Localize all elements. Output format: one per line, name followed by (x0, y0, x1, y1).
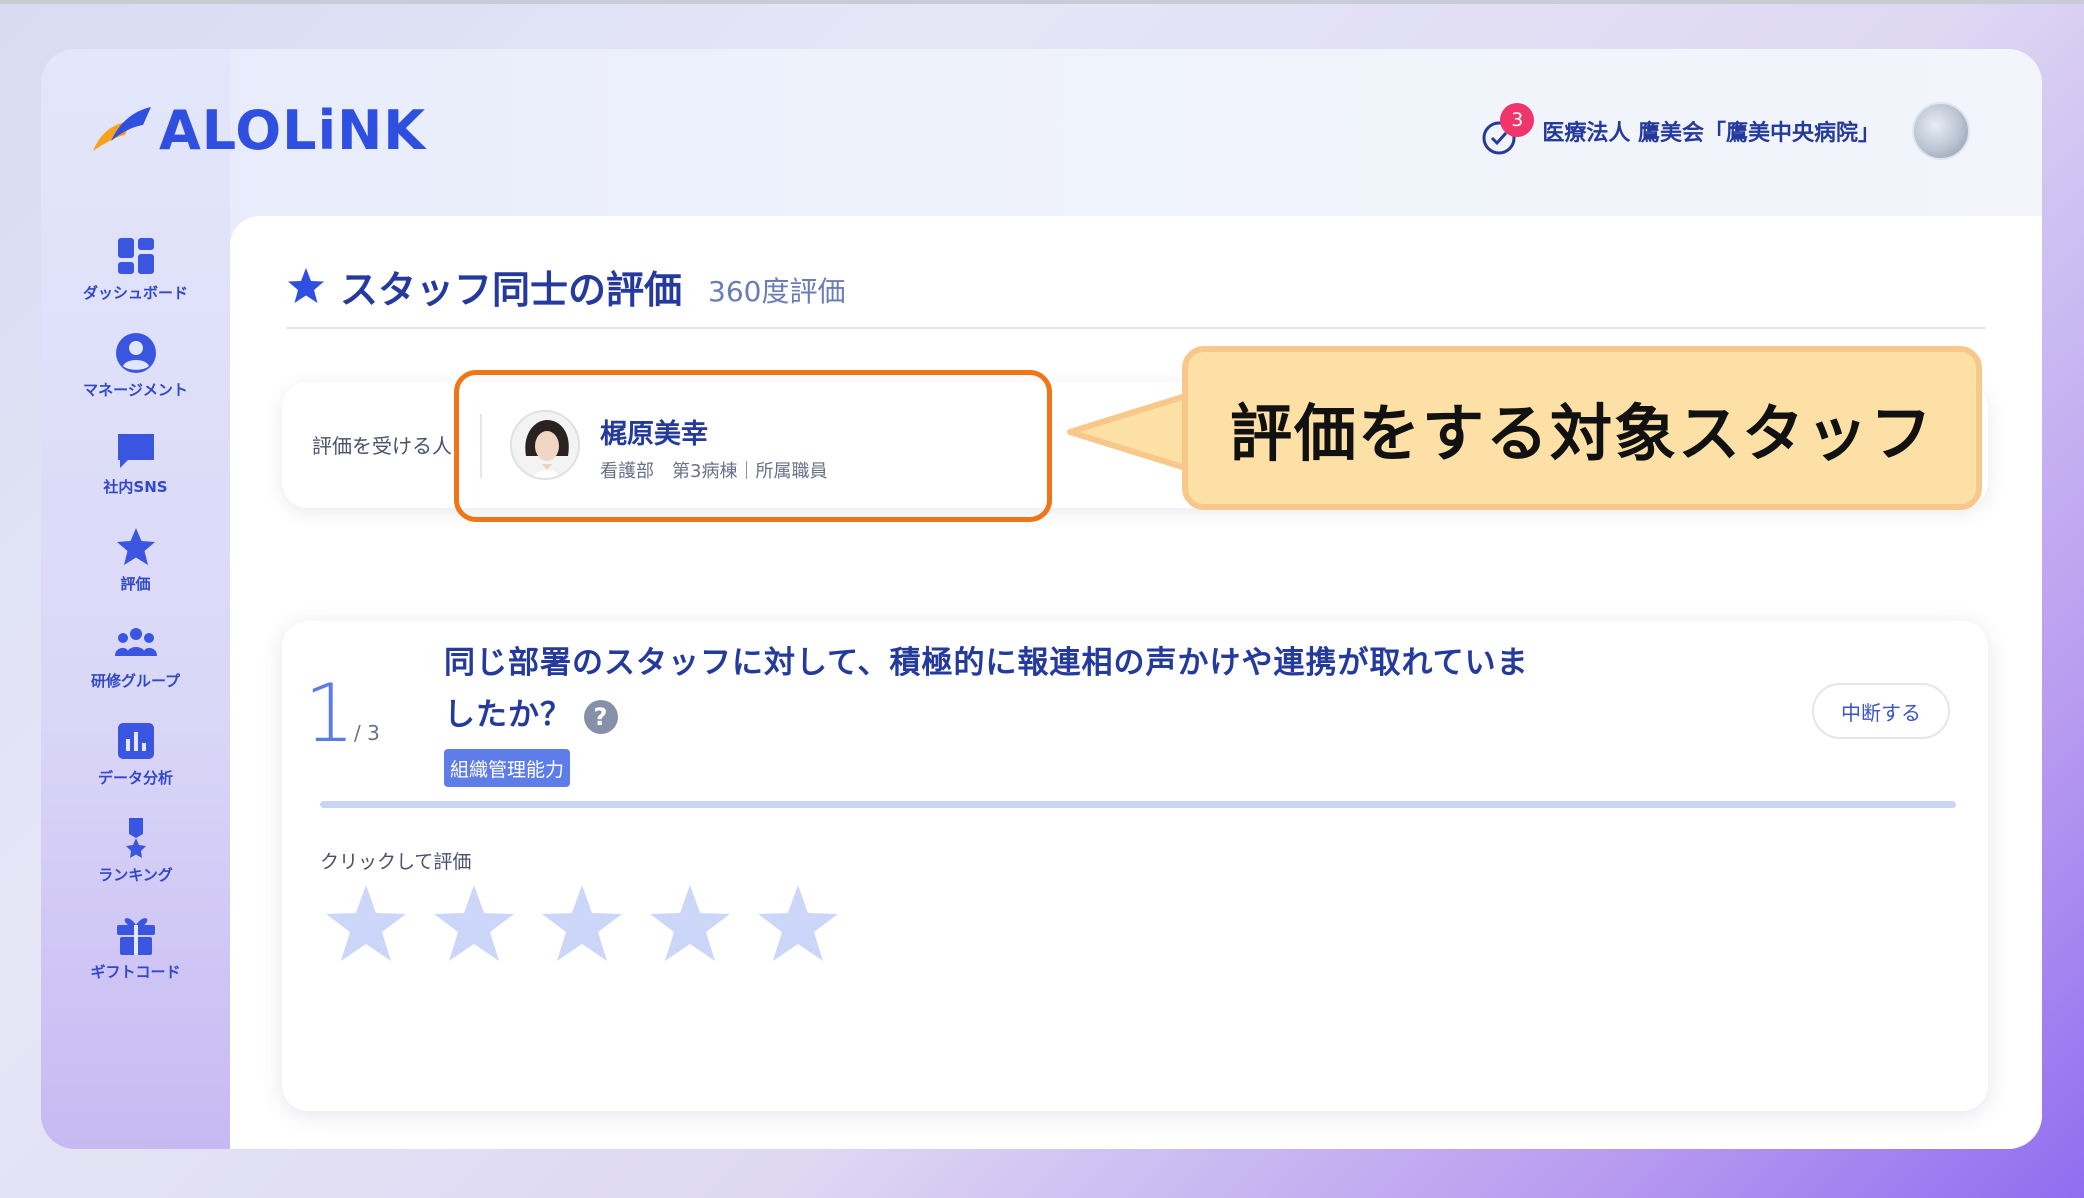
sidebar-nav: ダッシュボード マネージメント 社内SNS 評価 研修グループ データ分析 ラン… (41, 234, 230, 1010)
gift-icon (116, 918, 155, 955)
question-text: 同じ部署のスタッフに対して、積極的に報連相の声かけや連携が取れていましたか？? (444, 637, 1544, 741)
page-subtitle: 360度評価 (708, 275, 846, 308)
callout-pointer (1067, 391, 1192, 473)
pause-button[interactable]: 中断する (1812, 683, 1950, 739)
organization-name: 医療法人 鷹美会「鷹美中央病院」 (1542, 121, 1880, 146)
star-rating (322, 881, 862, 969)
rating-star-1[interactable] (322, 881, 410, 969)
sidebar-item-evaluation[interactable]: 評価 (41, 525, 230, 622)
tasks-button[interactable]: 3 (1480, 103, 1535, 155)
question-total: / 3 (354, 721, 380, 745)
rating-star-5[interactable] (754, 881, 842, 969)
help-icon[interactable]: ? (584, 699, 618, 734)
top-border (0, 0, 2084, 4)
rating-label: クリックして評価 (320, 851, 472, 873)
sidebar-item-gift-code[interactable]: ギフトコード (41, 913, 230, 1010)
annotation-callout: 評価をする対象スタッフ (1182, 346, 1982, 510)
sidebar-item-label: マネージメント (83, 381, 188, 399)
star-icon (116, 528, 155, 565)
sidebar-item-label: データ分析 (97, 769, 173, 787)
user-avatar[interactable] (1912, 102, 1970, 160)
logo-mark-icon (93, 107, 151, 151)
sidebar-item-label: ランキング (98, 866, 173, 884)
notification-badge: 3 (1500, 103, 1535, 137)
sidebar-item-label: 社内SNS (103, 478, 168, 496)
target-highlight-frame (454, 370, 1052, 522)
sidebar-item-training-group[interactable]: 研修グループ (41, 622, 230, 719)
sidebar-item-label: 研修グループ (90, 672, 181, 690)
sidebar: ALOLiNK ダッシュボード マネージメント 社内SNS 評価 研修グループ … (41, 49, 425, 1149)
rating-star-4[interactable] (646, 881, 734, 969)
rating-star-2[interactable] (430, 881, 518, 969)
question-category-tag: 組織管理能力 (444, 749, 571, 787)
divider (286, 327, 1986, 329)
callout-text: 評価をする対象スタッフ (1229, 397, 1934, 470)
sidebar-item-data-analysis[interactable]: データ分析 (41, 719, 230, 816)
bar-chart-icon (117, 723, 154, 759)
user-circle-icon (115, 333, 156, 373)
rating-star-3[interactable] (538, 881, 626, 969)
sidebar-item-label: 評価 (120, 575, 151, 593)
question-number: 1 (304, 667, 355, 760)
question-card: 1 / 3 同じ部署のスタッフに対して、積極的に報連相の声かけや連携が取れていま… (282, 621, 1988, 1111)
header-actions: 3 医療法人 鷹美会「鷹美中央病院」 (1480, 101, 1970, 161)
sidebar-item-sns[interactable]: 社内SNS (41, 428, 230, 525)
chat-icon (117, 434, 154, 468)
sidebar-item-management[interactable]: マネージメント (41, 331, 230, 428)
target-label: 評価を受ける人 (312, 434, 452, 458)
title-star-icon (288, 268, 324, 303)
medal-icon (125, 818, 146, 858)
progress-bar (320, 801, 1956, 808)
logo-text: ALOLiNK (159, 98, 427, 162)
app-window: ALOLiNK ダッシュボード マネージメント 社内SNS 評価 研修グループ … (41, 49, 2042, 1149)
sidebar-item-label: ギフトコード (90, 963, 181, 981)
group-icon (114, 628, 157, 656)
logo[interactable]: ALOLiNK (85, 98, 427, 162)
sidebar-item-dashboard[interactable]: ダッシュボード (41, 234, 230, 331)
sidebar-item-ranking[interactable]: ランキング (41, 816, 230, 913)
page-header: スタッフ同士の評価 360度評価 (286, 256, 1986, 314)
sidebar-item-label: ダッシュボード (82, 284, 188, 302)
page-title: スタッフ同士の評価 (340, 268, 683, 312)
dashboard-icon (117, 238, 154, 274)
